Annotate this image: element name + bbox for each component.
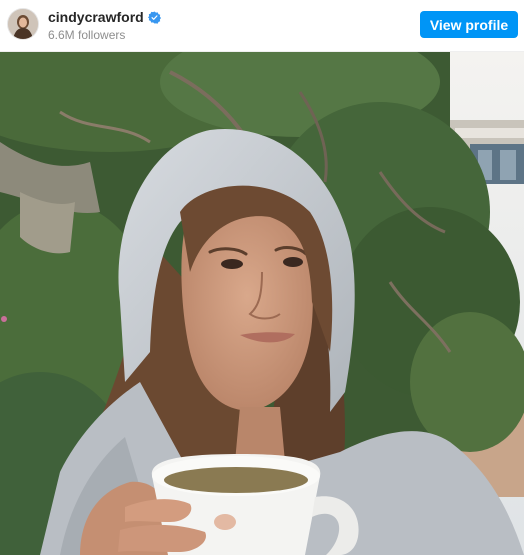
username-row: cindycrawford — [48, 9, 161, 26]
avatar[interactable] — [8, 9, 38, 39]
verified-badge-icon — [147, 11, 161, 24]
view-profile-button[interactable]: View profile — [420, 11, 518, 38]
selfie-photo — [0, 52, 524, 555]
avatar-image — [8, 9, 38, 39]
follower-count: 6.6M followers — [48, 28, 126, 42]
post-header: cindycrawford 6.6M followers View profil… — [0, 0, 524, 52]
post-image[interactable] — [0, 52, 524, 555]
instagram-embed: cindycrawford 6.6M followers View profil… — [0, 0, 524, 555]
username[interactable]: cindycrawford — [48, 9, 144, 26]
